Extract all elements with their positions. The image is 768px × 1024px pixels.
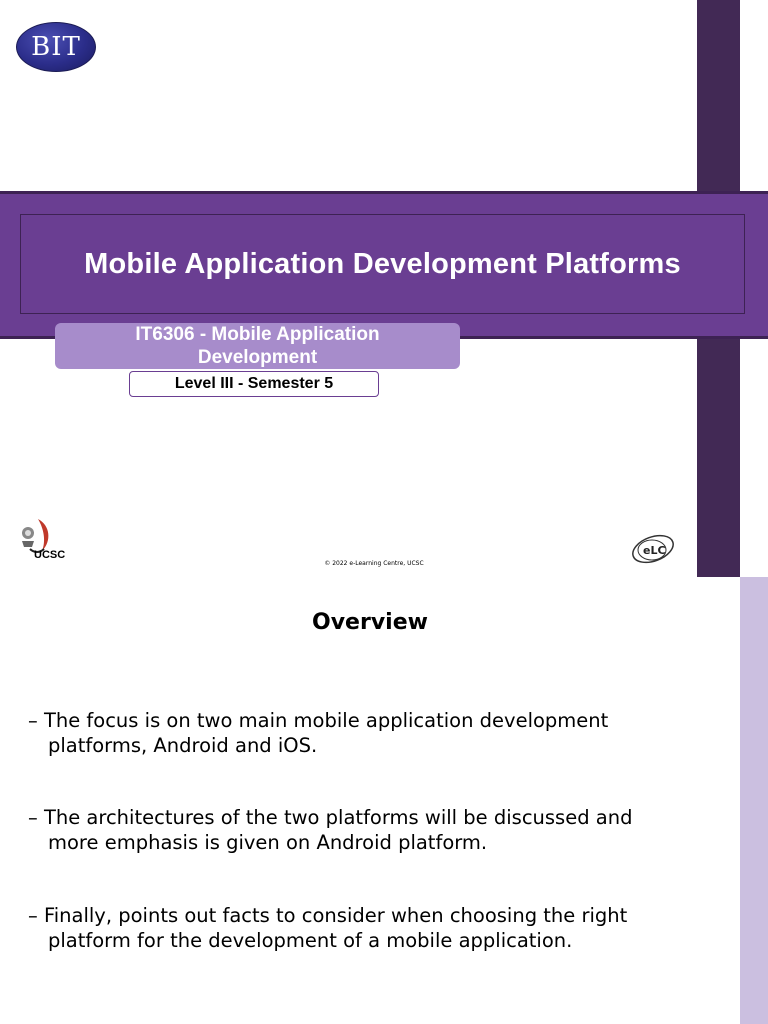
course-label: IT6306 - Mobile Application Development: [55, 323, 460, 369]
overview-heading: Overview: [312, 610, 428, 635]
title-band: Mobile Application Development Platforms: [0, 191, 768, 339]
bit-logo-text: BIT: [31, 32, 81, 62]
decorative-side-strip: [740, 577, 768, 1024]
elc-logo-icon: eLC: [632, 534, 674, 564]
bullet-item: – The architectures of the two platforms…: [28, 806, 633, 854]
title-slide: BIT Mobile Application Development Platf…: [0, 0, 768, 577]
bullet-item: – The focus is on two main mobile applic…: [28, 709, 609, 757]
bit-logo: BIT: [16, 22, 96, 72]
slide-title: Mobile Application Development Platforms: [84, 247, 681, 280]
title-frame: Mobile Application Development Platforms: [20, 214, 745, 314]
level-label: Level III - Semester 5: [129, 371, 379, 397]
elc-logo-text: eLC: [643, 544, 666, 557]
bullet-item: – Finally, points out facts to consider …: [28, 904, 628, 952]
course-text: IT6306 - Mobile Application Development: [135, 324, 380, 368]
